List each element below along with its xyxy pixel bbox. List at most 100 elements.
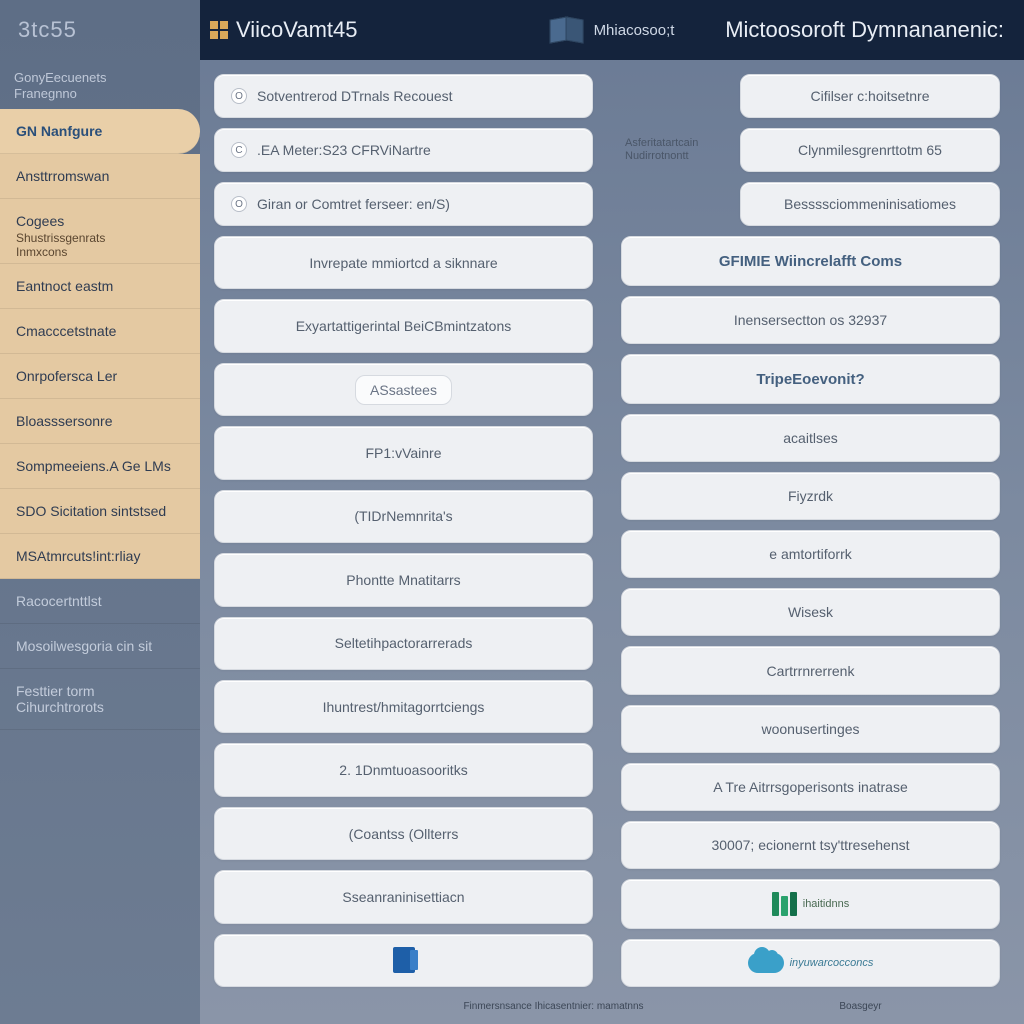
pill-label: woonusertinges xyxy=(761,721,859,737)
pill-label: Wisesk xyxy=(788,604,833,620)
pill-exyartattigerintal[interactable]: Exyartattigerintal BeiCBmintzatons xyxy=(214,299,593,352)
pill-label: Fiyzrdk xyxy=(788,488,833,504)
pill-label: Sseanraninisettiacn xyxy=(342,889,464,905)
pill-phontte[interactable]: Phontte Mnatitarrs xyxy=(214,553,593,606)
sidebar-item-bloasssersonre[interactable]: Bloasssersonre xyxy=(0,399,200,444)
sidebar-subhead-1: GonyEecuenets xyxy=(14,70,186,86)
sidebar-item-ansttrromswan[interactable]: Ansttrromswan xyxy=(0,154,200,199)
pill-label: Inensersectton os 32937 xyxy=(734,312,887,328)
bullet-icon: C xyxy=(231,142,247,158)
pill-cartrrnrerrenk[interactable]: Cartrrnrerrenk xyxy=(621,646,1000,694)
pill-acaitlses[interactable]: acaitlses xyxy=(621,414,1000,462)
pill-wisesk[interactable]: Wisesk xyxy=(621,588,1000,636)
pill-label: acaitlses xyxy=(783,430,837,446)
sidebar-item-mosoilwesgoria[interactable]: Mosoilwesgoria cin sit xyxy=(0,624,200,669)
pill-giran[interactable]: OGiran or Comtret ferseer: en/S) xyxy=(214,182,593,226)
sidebar-item-msatmrcuts[interactable]: MSAtmrcuts!int:rliay xyxy=(0,534,200,579)
header-title-right: Mictoosoroft Dymnananenic: xyxy=(725,17,1004,43)
row-r-1: Asferitatartcain Nudirrotnontt Clynmiles… xyxy=(621,128,1000,172)
pill-label: Clynmilesgrenrttotm 65 xyxy=(798,142,942,158)
pill-fp1vvainre[interactable]: FP1:vVainre xyxy=(214,426,593,479)
main: ViicoVamt45 Mhiacosoo;t Mictoosoroft Dym… xyxy=(200,0,1024,1024)
pill-label: (TIDrNemnrita's xyxy=(354,508,452,524)
row-r-2: Bessssciommeninisatiomes xyxy=(621,182,1000,226)
footer-labels: Finmersnsance Ihicasentnier: mamatnns Bo… xyxy=(200,997,1024,1024)
sidebar-item-cogees-sub1: Shustrissgenrats xyxy=(16,231,184,245)
pill-sseanraninisettiacn[interactable]: Sseanraninisettiacn xyxy=(214,870,593,923)
header-center-label: Mhiacosoo;t xyxy=(594,22,675,39)
sidebar-items: GN Nanfgure Ansttrromswan Cogees Shustri… xyxy=(0,109,200,730)
header: ViicoVamt45 Mhiacosoo;t Mictoosoroft Dym… xyxy=(200,0,1024,60)
header-title-left: ViicoVamt45 xyxy=(236,17,357,43)
pill-gfimie[interactable]: GFIMIE Wiincrelafft Coms xyxy=(621,236,1000,286)
pill-ihuntrest[interactable]: Ihuntrest/hmitagorrtciengs xyxy=(214,680,593,733)
pill-30007[interactable]: 30007; ecionernt tsy'ttresehenst xyxy=(621,821,1000,869)
pill-label: Invrepate mmiortcd a siknnare xyxy=(309,255,497,271)
pill-fiyzrdk[interactable]: Fiyzrdk xyxy=(621,472,1000,520)
pill-label: Ihuntrest/hmitagorrtciengs xyxy=(323,699,485,715)
sidebar-item-gn-nanfgure[interactable]: GN Nanfgure xyxy=(0,109,200,154)
row-l-0: OSotventrerod DTrnals Recouest xyxy=(214,74,593,118)
pill-inensersectton[interactable]: Inensersectton os 32937 xyxy=(621,296,1000,344)
pill-label: Cartrrnrerrenk xyxy=(767,663,855,679)
books-label: ihaitidnns xyxy=(803,898,849,910)
row-l-1: C .EA Meter:S23 CFRViNartre xyxy=(214,128,593,172)
sidebar-item-eantnoct[interactable]: Eantnoct eastm xyxy=(0,264,200,309)
pill-sotventrerod[interactable]: OSotventrerod DTrnals Recouest xyxy=(214,74,593,118)
pill-tripeeoevonit[interactable]: TripeEoevonit? xyxy=(621,354,1000,404)
row-l-2: OGiran or Comtret ferseer: en/S) xyxy=(214,182,593,226)
sidebar-version: 3tc55 xyxy=(0,0,200,60)
cube-icon xyxy=(550,16,584,44)
pill-label: 30007; ecionernt tsy'ttresehenst xyxy=(711,837,909,853)
pill-cifilser[interactable]: Cifilser c:hoitsetnre xyxy=(740,74,1000,118)
pill-cloud[interactable]: inyuwarcocconcs xyxy=(621,939,1000,987)
chip-assastees[interactable]: ASsastees xyxy=(355,375,452,405)
columns: OSotventrerod DTrnals Recouest C .EA Mete… xyxy=(200,60,1024,997)
pill-ea-meter[interactable]: C .EA Meter:S23 CFRViNartre xyxy=(214,128,593,172)
sidebar-item-cogees[interactable]: Cogees Shustrissgenrats Inmxcons xyxy=(0,199,200,264)
pill-eamtortiforrk[interactable]: e amtortiforrk xyxy=(621,530,1000,578)
sidebar-item-cogees-sub2: Inmxcons xyxy=(16,245,184,259)
sidebar-item-cogees-label: Cogees xyxy=(16,213,184,229)
sidebar-item-festtier[interactable]: Festtier torm Cihurchtrorots xyxy=(0,669,200,730)
pill-box-icon[interactable] xyxy=(214,934,593,987)
box-icon xyxy=(393,947,415,973)
sidebar-item-onrpofersca[interactable]: Onrpofersca Ler xyxy=(0,354,200,399)
cloudwrap: inyuwarcocconcs xyxy=(748,953,874,973)
pill-books[interactable]: ihaitidnns xyxy=(621,879,1000,929)
pill-seltetihpactorarrerads[interactable]: Seltetihpactorarrerads xyxy=(214,617,593,670)
pill-coantss[interactable]: (Coantss (Ollterrs xyxy=(214,807,593,860)
pill-label: GFIMIE Wiincrelafft Coms xyxy=(719,253,902,270)
sidebar-item-cmacccetstnate[interactable]: Cmacccetstnate xyxy=(0,309,200,354)
mini-label-asferitatartcain: Asferitatartcain Nudirrotnontt xyxy=(621,137,726,163)
pill-label: .EA Meter:S23 CFRViNartre xyxy=(257,142,431,158)
pill-label: Seltetihpactorarrerads xyxy=(335,635,473,651)
pill-label: 2. 1Dnmtuoasooritks xyxy=(339,762,467,778)
bookstack: ihaitidnns xyxy=(772,892,849,916)
pill-label: Phontte Mnatitarrs xyxy=(346,572,460,588)
pill-label: TripeEoevonit? xyxy=(756,371,864,388)
cloud-icon xyxy=(748,953,784,973)
pill-1dnmtuoasooritks[interactable]: 2. 1Dnmtuoasooritks xyxy=(214,743,593,796)
sidebar-item-sompmeeiens[interactable]: Sompmeeiens.A Ge LMs xyxy=(0,444,200,489)
pill-label: FP1:vVainre xyxy=(366,445,442,461)
pill-invrepate[interactable]: Invrepate mmiortcd a siknnare xyxy=(214,236,593,289)
pill-label: e amtortiforrk xyxy=(769,546,851,562)
pill-label: Giran or Comtret ferseer: en/S) xyxy=(257,196,450,212)
pill-aitrrsgoperisonts[interactable]: A Tre Aitrrsgoperisonts inatrase xyxy=(621,763,1000,811)
header-center: Mhiacosoo;t xyxy=(550,16,675,44)
sidebar-item-racocertnttlst[interactable]: Racocertnttlst xyxy=(0,579,200,624)
header-left: ViicoVamt45 xyxy=(210,17,357,43)
pill-assastees[interactable]: ASsastees xyxy=(214,363,593,416)
pill-label: Exyartattigerintal BeiCBmintzatons xyxy=(296,318,512,334)
sidebar-subhead-2: Franegnno xyxy=(14,86,186,102)
pill-tidrnemnritas[interactable]: (TIDrNemnrita's xyxy=(214,490,593,543)
sidebar-item-sdo[interactable]: SDO Sicitation sintstsed xyxy=(0,489,200,534)
pill-bessss[interactable]: Bessssciommeninisatiomes xyxy=(740,182,1000,226)
sidebar-subhead: GonyEecuenets Franegnno xyxy=(0,60,200,109)
pill-woonusertinges[interactable]: woonusertinges xyxy=(621,705,1000,753)
books-icon xyxy=(772,892,797,916)
pill-clynmilesgrenrttotm[interactable]: Clynmilesgrenrttotm 65 xyxy=(740,128,1000,172)
pill-label: Bessssciommeninisatiomes xyxy=(784,196,956,212)
column-right: Cifilser c:hoitsetnre Asferitatartcain N… xyxy=(621,74,1000,987)
